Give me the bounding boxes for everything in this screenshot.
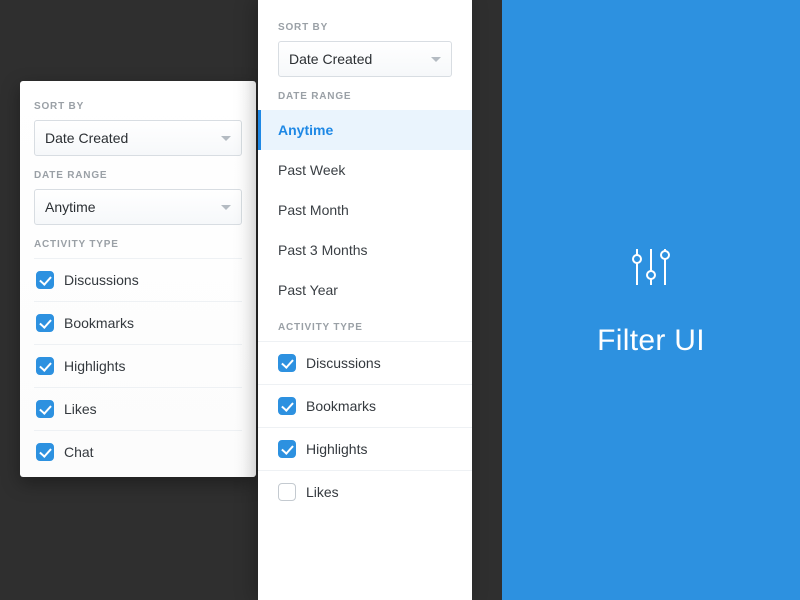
activity-row[interactable]: Bookmarks (34, 301, 242, 344)
activity-row[interactable]: Chat (34, 430, 242, 473)
chevron-down-icon (431, 57, 441, 62)
checkbox[interactable] (36, 400, 54, 418)
date-range-value: Anytime (45, 199, 96, 215)
date-range-option[interactable]: Past 3 Months (258, 230, 472, 270)
banner-title: Filter UI (597, 324, 705, 358)
activity-row[interactable]: Discussions (34, 258, 242, 301)
date-range-option[interactable]: Past Year (258, 270, 472, 310)
banner: Filter UI (502, 0, 800, 600)
chevron-down-icon (221, 136, 231, 141)
checkbox[interactable] (278, 440, 296, 458)
filter-panel-compact: SORT BY Date Created DATE RANGE Anytime … (20, 81, 256, 477)
activity-row[interactable]: Highlights (34, 344, 242, 387)
label-activity-type: ACTIVITY TYPE (258, 322, 472, 333)
sort-by-select[interactable]: Date Created (34, 120, 242, 156)
sliders-icon (627, 243, 675, 324)
sort-by-value: Date Created (289, 51, 372, 67)
checkbox[interactable] (36, 443, 54, 461)
activity-label: Bookmarks (306, 398, 376, 414)
label-sort-by: SORT BY (258, 22, 472, 33)
checkbox[interactable] (278, 397, 296, 415)
filter-panel-expanded: SORT BY Date Created DATE RANGE AnytimeP… (258, 0, 472, 600)
checkbox[interactable] (36, 357, 54, 375)
activity-row[interactable]: Highlights (258, 427, 472, 470)
chevron-down-icon (221, 205, 231, 210)
label-sort-by: SORT BY (34, 101, 242, 112)
date-range-option[interactable]: Past Month (258, 190, 472, 230)
activity-label: Bookmarks (64, 315, 134, 331)
label-date-range: DATE RANGE (34, 170, 242, 181)
checkbox[interactable] (278, 483, 296, 501)
activity-row[interactable]: Bookmarks (258, 384, 472, 427)
activity-label: Discussions (306, 355, 381, 371)
checkbox[interactable] (36, 271, 54, 289)
activity-label: Likes (306, 484, 339, 500)
activity-label: Highlights (306, 441, 367, 457)
activity-label: Chat (64, 444, 94, 460)
activity-label: Highlights (64, 358, 125, 374)
date-range-select[interactable]: Anytime (34, 189, 242, 225)
date-range-option[interactable]: Anytime (258, 110, 472, 150)
activity-row[interactable]: Likes (34, 387, 242, 430)
date-range-option[interactable]: Past Week (258, 150, 472, 190)
checkbox[interactable] (36, 314, 54, 332)
sort-by-value: Date Created (45, 130, 128, 146)
activity-row[interactable]: Discussions (258, 341, 472, 384)
activity-label: Discussions (64, 272, 139, 288)
label-date-range: DATE RANGE (258, 91, 472, 102)
sort-by-select[interactable]: Date Created (278, 41, 452, 77)
activity-label: Likes (64, 401, 97, 417)
activity-row[interactable]: Likes (258, 470, 472, 513)
label-activity-type: ACTIVITY TYPE (34, 239, 242, 250)
checkbox[interactable] (278, 354, 296, 372)
